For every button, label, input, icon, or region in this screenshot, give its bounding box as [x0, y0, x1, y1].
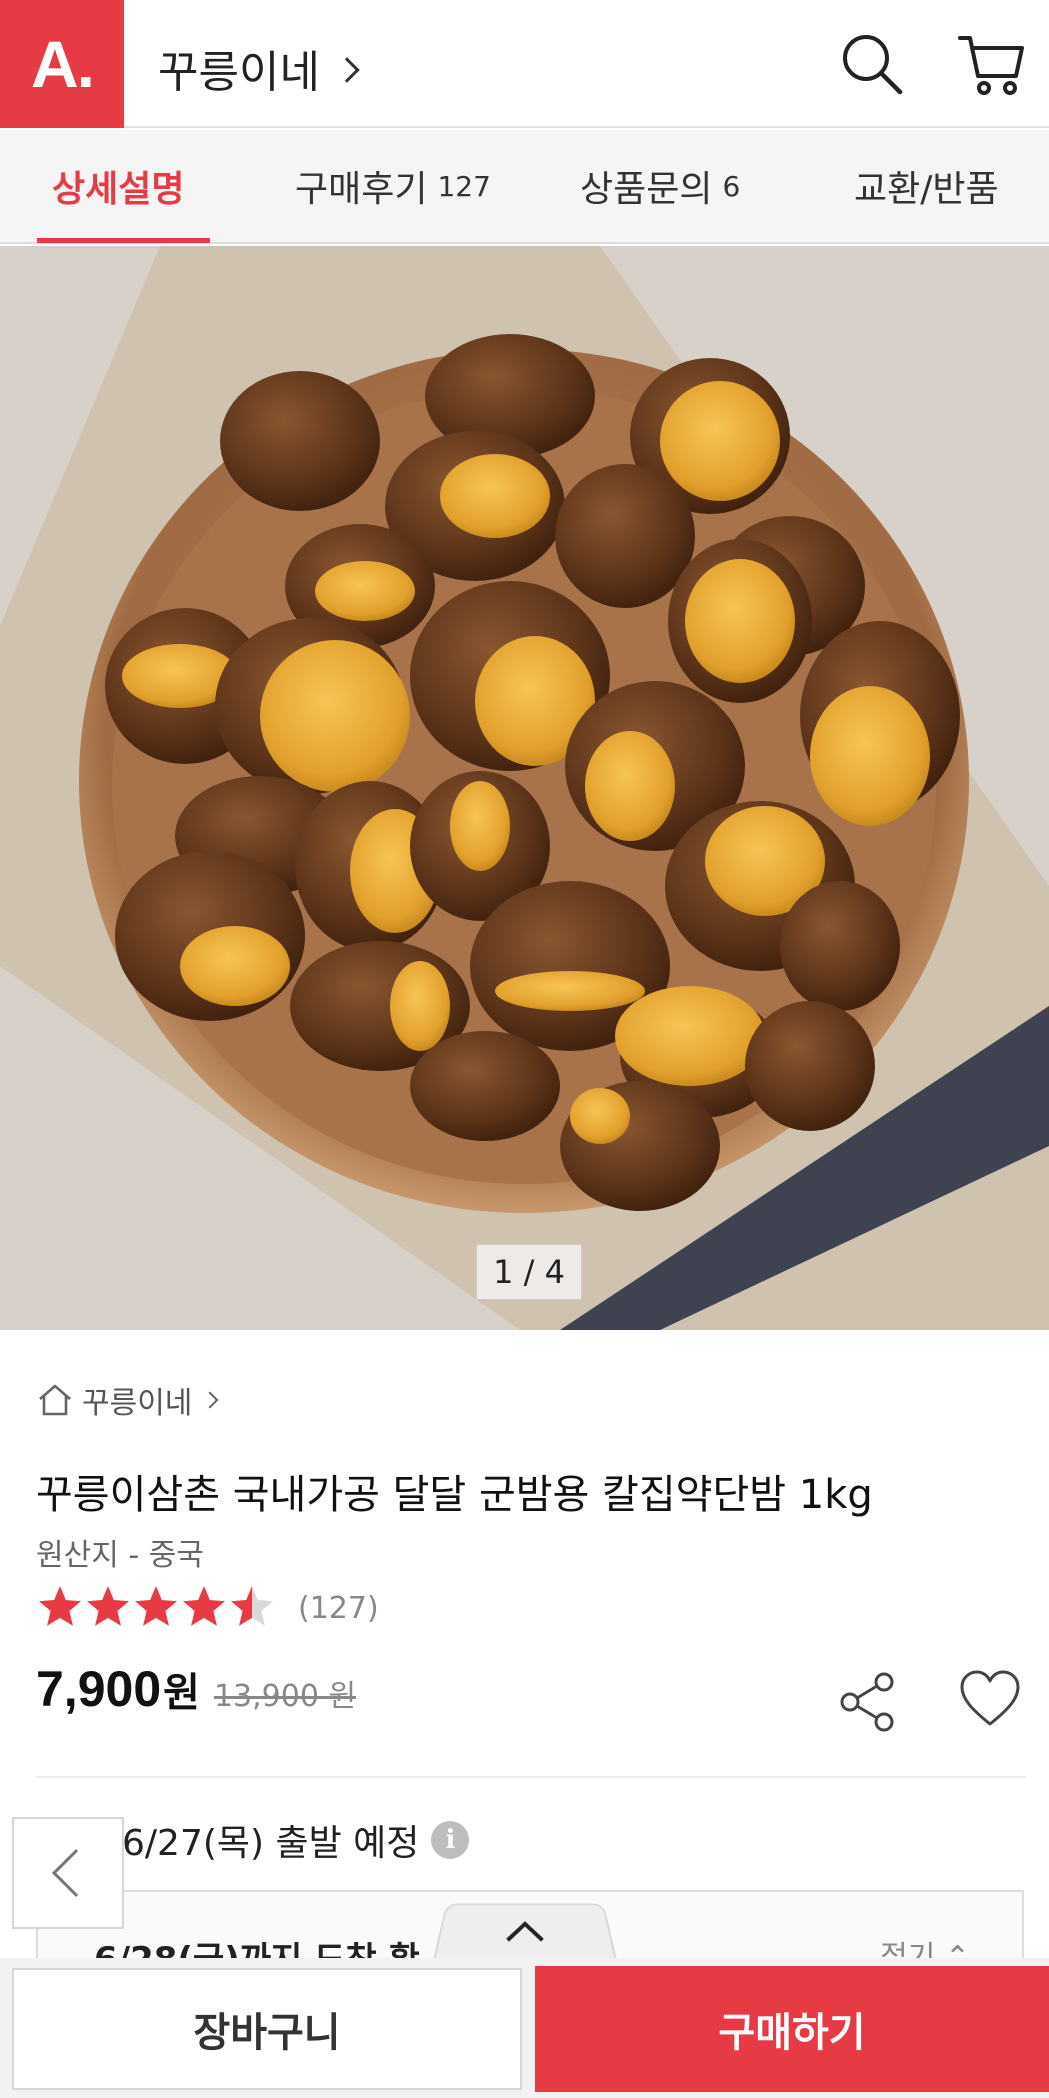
heart-icon[interactable] [958, 1668, 1022, 1732]
share-icon[interactable] [836, 1670, 900, 1734]
original-price: 13,900 원 [213, 1679, 357, 1714]
tab-label: 교환/반품 [854, 169, 999, 210]
tab-label: 상세설명 [52, 169, 185, 210]
add-to-cart-button[interactable]: 장바구니 [12, 1968, 522, 2090]
tab-count: 127 [437, 169, 491, 203]
star-icon [183, 1586, 225, 1626]
rating-summary[interactable]: (127) [36, 1584, 379, 1632]
store-name-label: 꾸릉이네 [158, 47, 320, 98]
detail-tabs: 상세설명 구매후기 127 상품문의 6 교환/반품 [0, 130, 1049, 244]
star-rating [39, 1586, 273, 1626]
tab-label: 구매후기 [295, 169, 428, 210]
image-counter: 1 / 4 [476, 1244, 582, 1300]
shipping-departure: 6/27(목) 출발 예정 [122, 1823, 420, 1864]
star-icon [135, 1586, 177, 1626]
product-image[interactable] [0, 246, 1049, 1330]
star-icon [231, 1586, 273, 1626]
expand-handle[interactable] [432, 1903, 618, 1961]
chestnut-bowl-illustration [0, 246, 1049, 1330]
chevron-up-icon [506, 1921, 544, 1959]
home-icon [39, 1384, 71, 1416]
tab-detail[interactable]: 상세설명 [52, 130, 184, 242]
product-title: 꾸릉이삼촌 국내가공 달달 군밤용 칼집약단밤 1kg [36, 1472, 873, 1518]
tab-inquiry[interactable]: 상품문의 6 [580, 130, 740, 242]
info-icon[interactable]: i [431, 1821, 470, 1859]
sale-price: 7,900 [36, 1661, 162, 1717]
chevron-right-icon [201, 1391, 219, 1409]
tab-exchange-return[interactable]: 교환/반품 [854, 130, 999, 242]
buy-now-button[interactable]: 구매하기 [535, 1966, 1049, 2092]
store-name-link[interactable]: 꾸릉이네 [158, 36, 360, 100]
tab-count: 6 [722, 169, 741, 203]
store-link[interactable]: 꾸릉이네 [36, 1378, 219, 1422]
tab-label: 상품문의 [580, 169, 713, 210]
store-link-label: 꾸릉이네 [82, 1386, 193, 1421]
shipping-row: 6/27(목) 출발 예정 i [36, 1816, 1026, 1864]
price-row: 7,900 원 13,900 원 [36, 1660, 356, 1718]
bottom-action-bar: 장바구니 구매하기 [0, 1958, 1049, 2098]
top-header: A. 꾸릉이네 [0, 0, 1049, 128]
section-divider [36, 1776, 1026, 1778]
chevron-right-icon [334, 57, 360, 83]
app-logo[interactable]: A. [0, 0, 124, 128]
chevron-left-icon [51, 1848, 101, 1898]
product-origin: 원산지 - 중국 [36, 1538, 204, 1573]
search-icon[interactable] [836, 28, 908, 100]
star-icon [87, 1586, 129, 1626]
review-count: (127) [298, 1590, 379, 1626]
back-button[interactable] [12, 1817, 124, 1929]
price-unit: 원 [163, 1670, 200, 1716]
tab-reviews[interactable]: 구매후기 127 [295, 130, 491, 242]
star-icon [39, 1586, 81, 1626]
active-tab-indicator [37, 238, 210, 243]
cart-icon[interactable] [956, 28, 1028, 100]
